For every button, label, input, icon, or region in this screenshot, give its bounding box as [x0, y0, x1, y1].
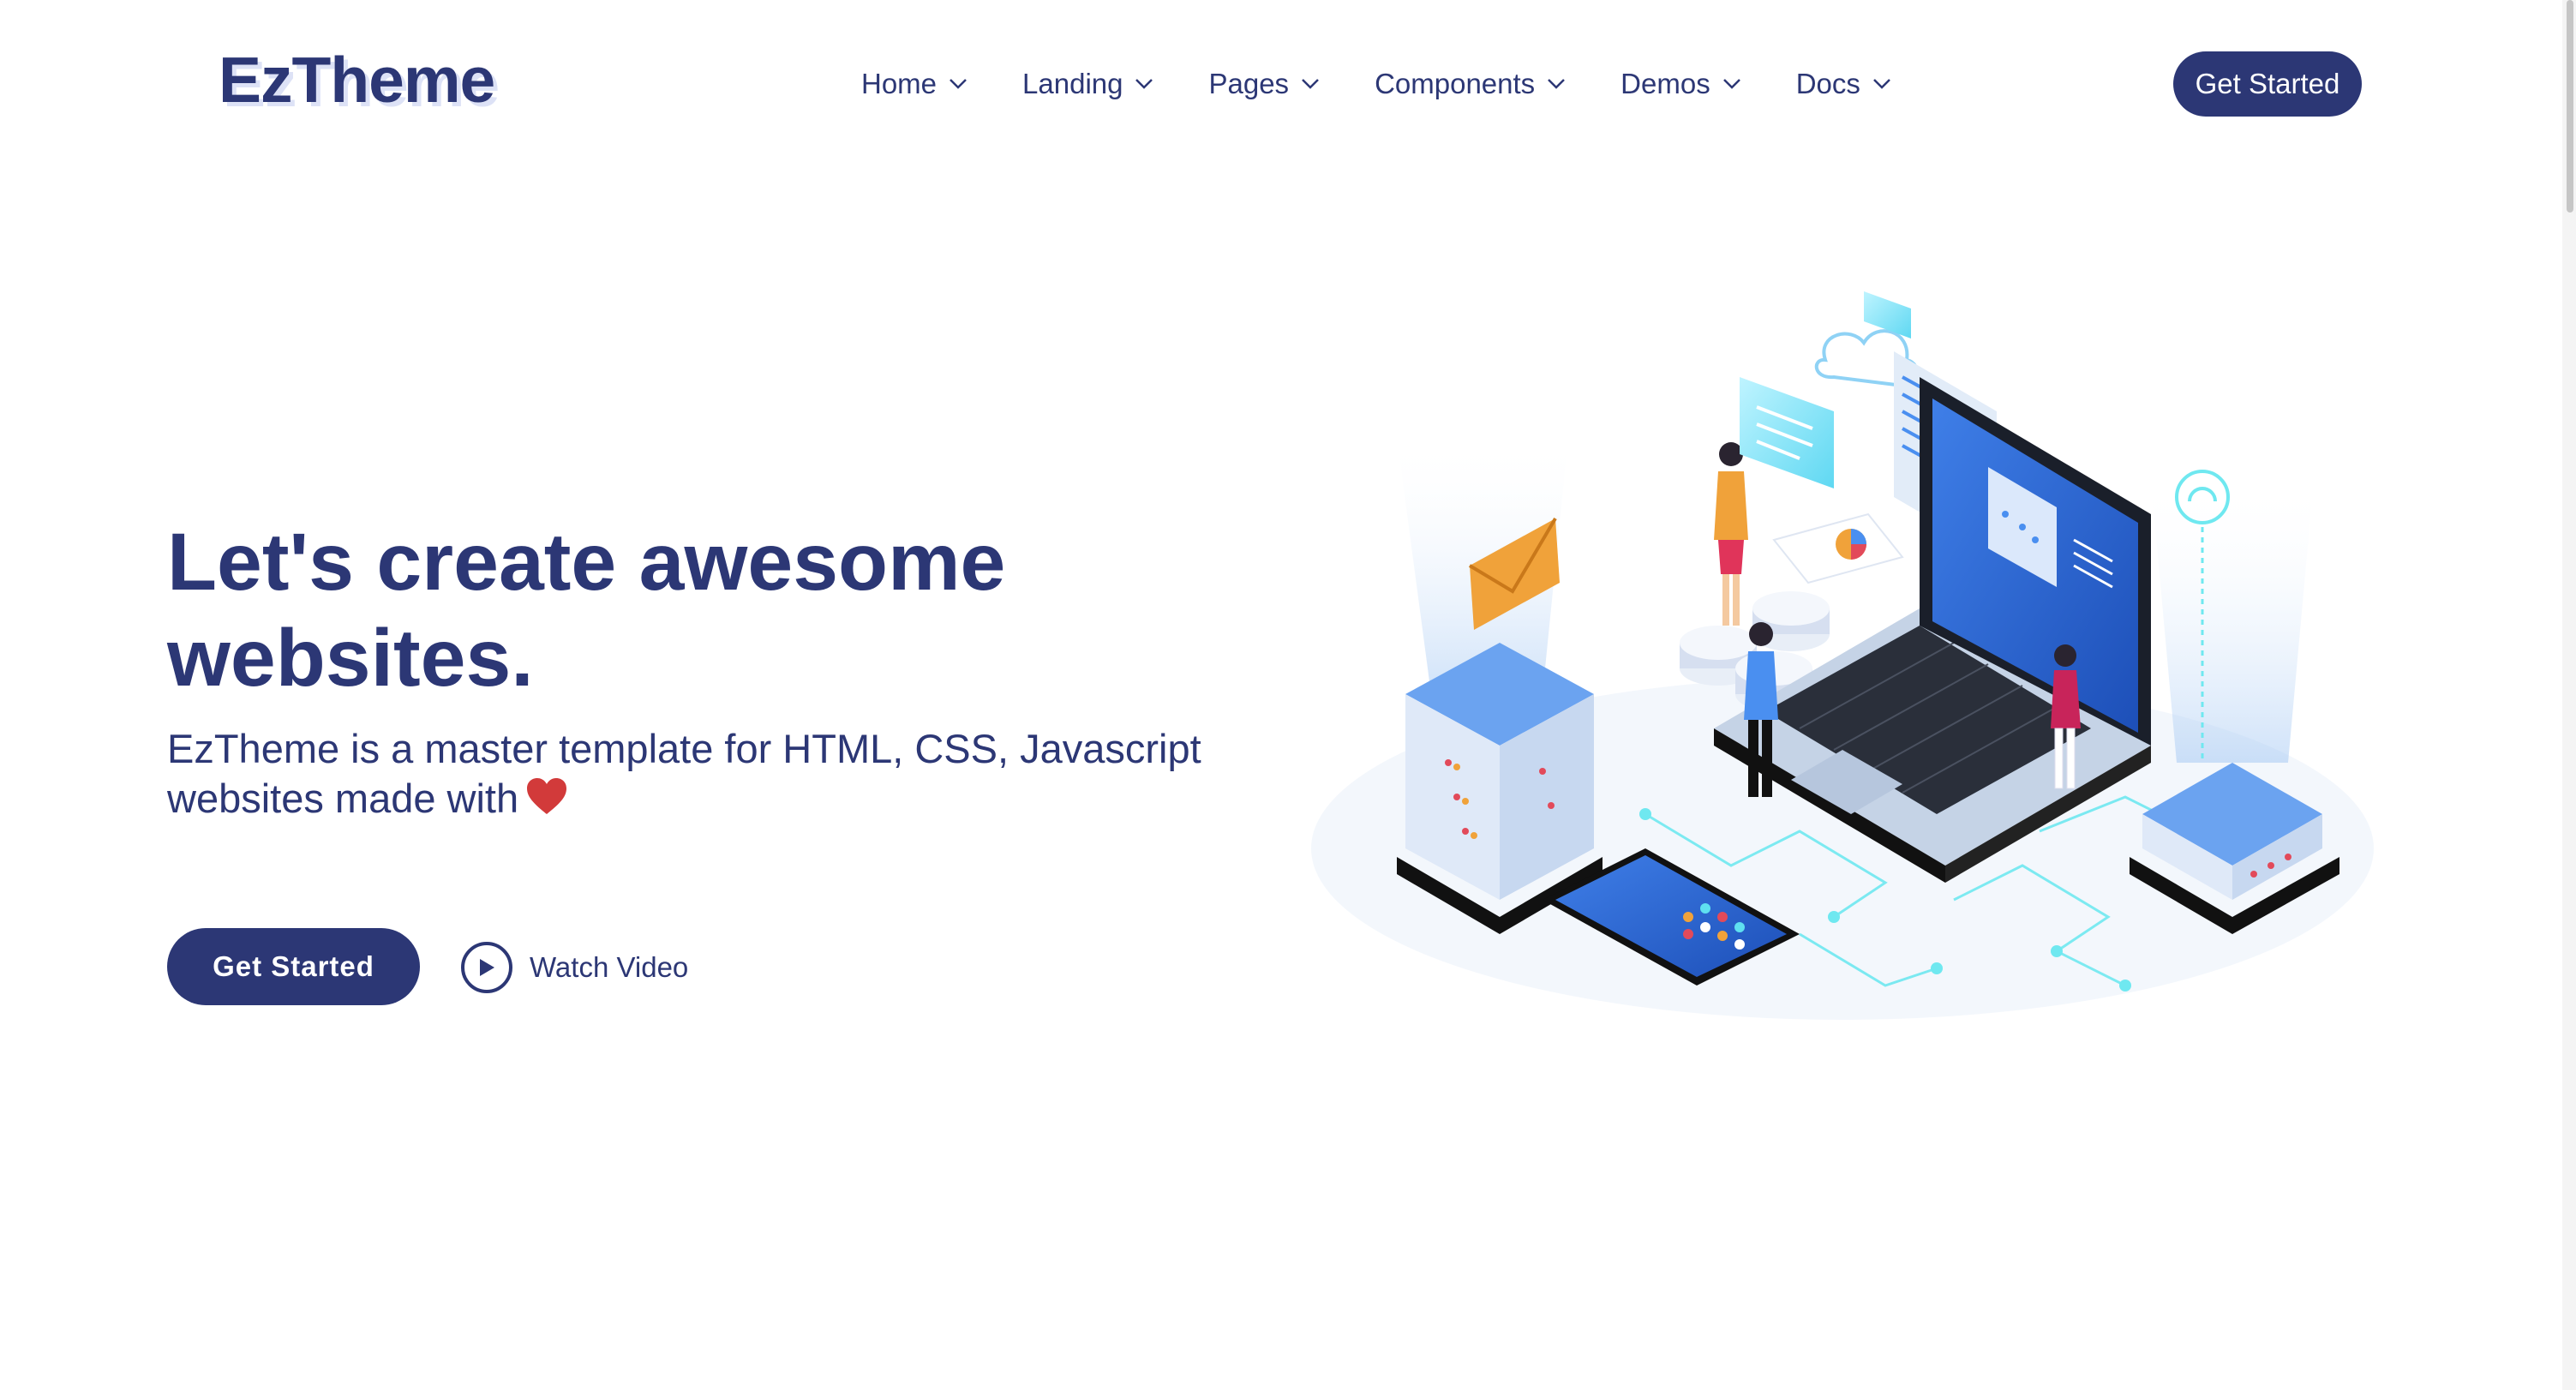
hero-title: Let's create awesome websites.	[167, 517, 1006, 704]
nav-item-label: Home	[861, 68, 938, 99]
logo[interactable]: EzTheme	[219, 43, 495, 117]
nav-item-label: Components	[1375, 68, 1536, 99]
chevron-down-icon	[1302, 79, 1319, 89]
nav-item-label: Pages	[1208, 68, 1290, 99]
chevron-down-icon	[1722, 79, 1740, 89]
nav-item-home[interactable]: Home	[861, 68, 967, 100]
nav-item-pages[interactable]: Pages	[1208, 68, 1320, 100]
hero-subtitle: EzTheme is a master template for HTML, C…	[167, 724, 1238, 824]
play-icon	[461, 942, 512, 993]
nav-item-label: Docs	[1795, 68, 1860, 99]
chevron-down-icon	[1548, 79, 1566, 89]
chevron-down-icon	[950, 79, 967, 89]
chevron-down-icon	[1873, 79, 1890, 89]
scrollbar-thumb[interactable]	[2567, 0, 2573, 213]
nav-item-label: Demos	[1620, 68, 1710, 99]
nav-item-components[interactable]: Components	[1375, 68, 1566, 100]
nav-item-label: Landing	[1022, 68, 1123, 99]
watch-video-label: Watch Video	[530, 951, 689, 983]
isometric-tech-illustration	[1311, 291, 2374, 1020]
heart-icon	[527, 778, 567, 814]
nav-item-landing[interactable]: Landing	[1022, 68, 1153, 100]
hero-subtitle-text: EzTheme is a master template for HTML, C…	[167, 726, 1201, 821]
hero-get-started-button[interactable]: Get Started	[167, 928, 420, 1005]
main-nav: Home Landing Pages Components Demos Docs	[861, 64, 1946, 104]
nav-item-demos[interactable]: Demos	[1620, 68, 1741, 100]
nav-item-docs[interactable]: Docs	[1796, 68, 1891, 100]
header-get-started-button[interactable]: Get Started	[2173, 51, 2362, 117]
watch-video-button[interactable]: Watch Video	[461, 939, 688, 996]
chevron-down-icon	[1135, 79, 1153, 89]
